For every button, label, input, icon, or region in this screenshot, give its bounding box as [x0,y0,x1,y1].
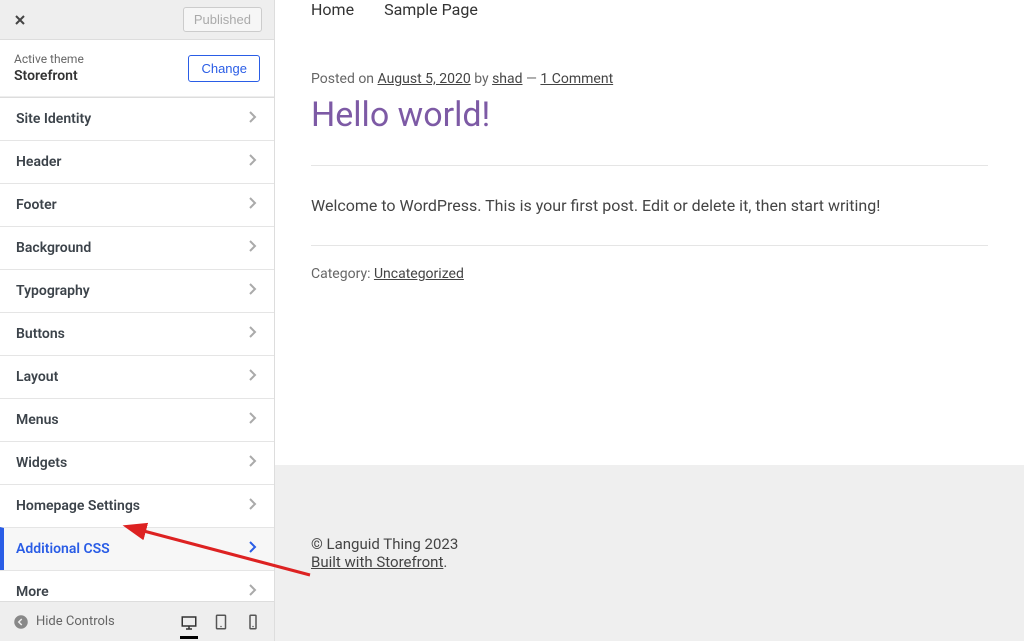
close-icon [12,11,28,29]
device-switcher [180,613,262,631]
panel-item-typography[interactable]: Typography [0,269,274,312]
desktop-icon [180,614,198,632]
meta-dash: — [523,71,541,87]
panel-item-label: Layout [16,369,58,385]
chevron-right-icon [248,239,258,257]
preview-pane: Home Sample Page Posted on August 5, 2020… [275,0,1024,641]
built-with-link[interactable]: Built with Storefront [311,553,443,571]
copyright-text: © Languid Thing 2023 [311,535,988,553]
desktop-device-button[interactable] [180,614,198,639]
tablet-icon [212,613,230,631]
panel-list: Site Identity Header Footer Background Typog… [0,97,274,601]
post-date-link[interactable]: August 5, 2020 [378,71,471,87]
panel-item-widgets[interactable]: Widgets [0,441,274,484]
panel-item-homepage-settings[interactable]: Homepage Settings [0,484,274,527]
main-content: Posted on August 5, 2020 by shad — 1 Com… [275,31,1024,465]
panel-item-label: Buttons [16,326,65,342]
chevron-right-icon [248,454,258,472]
chevron-right-icon [248,368,258,386]
panel-item-footer[interactable]: Footer [0,183,274,226]
chevron-right-icon [248,282,258,300]
panel-item-buttons[interactable]: Buttons [0,312,274,355]
category-link[interactable]: Uncategorized [374,266,464,282]
panel-item-label: Footer [16,197,57,213]
chevron-right-icon [248,325,258,343]
panel-item-label: Site Identity [16,111,91,127]
sidebar-topbar: Published [0,0,274,40]
panel-item-label: Additional CSS [16,541,110,557]
post-title[interactable]: Hello world! [311,95,988,135]
panel-item-header[interactable]: Header [0,140,274,183]
post-category: Category: Uncategorized [311,245,988,282]
hide-controls-label: Hide Controls [36,614,115,629]
panel-item-label: Background [16,240,91,256]
chevron-right-icon [248,153,258,171]
footer-period: . [443,553,447,571]
chevron-right-icon [248,497,258,515]
tablet-device-button[interactable] [212,613,230,631]
change-theme-button[interactable]: Change [188,55,260,82]
panel-item-label: Widgets [16,455,67,471]
theme-label: Active theme [14,52,84,66]
theme-row: Active theme Storefront Change [0,40,274,97]
chevron-right-icon [248,196,258,214]
site-footer: © Languid Thing 2023 Built with Storefro… [275,465,1024,641]
post-body: Welcome to WordPress. This is your first… [311,196,988,215]
chevron-right-icon [248,540,258,558]
sidebar-bottom: Hide Controls [0,601,274,641]
category-prefix: Category: [311,266,374,282]
panel-item-additional-css[interactable]: Additional CSS [0,527,274,570]
panel-item-label: Homepage Settings [16,498,140,514]
mobile-icon [244,613,262,631]
published-button[interactable]: Published [183,7,262,32]
nav-item-sample-page[interactable]: Sample Page [384,0,478,19]
panel-item-label: Typography [16,283,90,299]
author-link[interactable]: shad [492,71,522,87]
panel-item-label: Menus [16,412,59,428]
nav-item-home[interactable]: Home [311,0,354,19]
mobile-device-button[interactable] [244,613,262,631]
panel-item-background[interactable]: Background [0,226,274,269]
chevron-right-icon [248,583,258,601]
post-meta: Posted on August 5, 2020 by shad — 1 Com… [311,71,988,87]
comments-link[interactable]: 1 Comment [540,71,613,87]
panel-item-more[interactable]: More [0,570,274,601]
chevron-right-icon [248,110,258,128]
collapse-icon [12,613,30,631]
posted-on-prefix: Posted on [311,71,378,87]
panel-item-label: More [16,584,49,600]
site-nav: Home Sample Page [275,0,1024,31]
hide-controls-button[interactable]: Hide Controls [12,613,115,631]
panel-item-site-identity[interactable]: Site Identity [0,97,274,140]
theme-name: Storefront [14,68,84,84]
customizer-sidebar: Published Active theme Storefront Change… [0,0,275,641]
panel-item-layout[interactable]: Layout [0,355,274,398]
divider [311,165,988,166]
panel-item-label: Header [16,154,61,170]
panel-item-menus[interactable]: Menus [0,398,274,441]
close-button[interactable] [12,12,28,28]
chevron-right-icon [248,411,258,429]
by-prefix: by [471,71,492,87]
